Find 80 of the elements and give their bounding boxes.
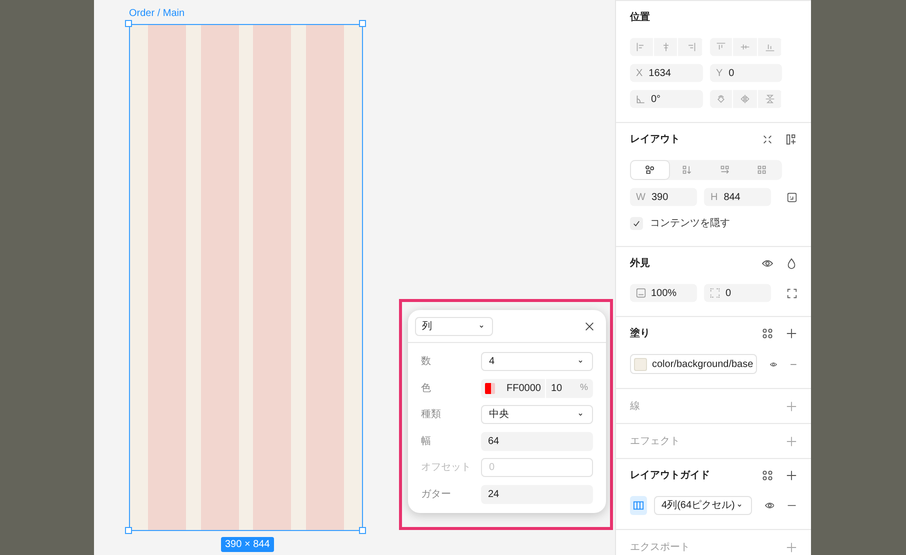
field-label: ガター [421, 488, 452, 502]
resize-handle[interactable] [359, 527, 366, 534]
resize-icon[interactable] [787, 192, 797, 202]
guide-dropdown[interactable]: 4列(64ピクセル) [654, 496, 752, 515]
section-title: エフェクト [630, 434, 681, 448]
field-label: 数 [421, 355, 432, 369]
section-title: 線 [630, 400, 641, 414]
angle-icon [636, 94, 646, 104]
checkbox-label: コンテンツを隠す [650, 216, 730, 230]
checkbox[interactable] [630, 216, 643, 230]
type-dropdown[interactable]: 列 [415, 316, 493, 336]
field-label: Y [716, 66, 723, 80]
section-title: レイアウトガイド [630, 468, 711, 482]
expand-icon[interactable] [787, 288, 797, 298]
field-value: 0° [651, 92, 661, 106]
color-field[interactable]: FF0000 [481, 378, 545, 398]
select-field[interactable]: 4 [481, 352, 593, 371]
check-icon [632, 218, 641, 228]
height-field[interactable]: H 844 [704, 188, 771, 206]
resize-handle[interactable] [125, 527, 132, 534]
opacity-icon [636, 288, 646, 298]
plus-icon[interactable] [786, 328, 797, 338]
plus-icon[interactable] [786, 470, 797, 480]
section-title: エクスポート [630, 540, 691, 554]
auto-layout-icon[interactable] [786, 134, 797, 144]
align-right-icon [686, 42, 696, 52]
field-label: W [636, 190, 646, 204]
field-label: 色 [421, 382, 432, 396]
section-title: 塗り [630, 326, 651, 340]
field-value: 844 [724, 190, 740, 204]
section-title: 位置 [630, 10, 651, 24]
input-field[interactable]: 24 [481, 484, 593, 504]
align-left-icon [636, 42, 646, 52]
field-label: H [710, 190, 718, 204]
opacity-field[interactable]: 100% [630, 284, 698, 302]
align-top-icon [716, 42, 726, 52]
horizontal-layout-icon [720, 165, 730, 175]
flip-vertical-icon [764, 94, 775, 104]
field-label: 種類 [421, 408, 442, 422]
resize-handle[interactable] [125, 20, 132, 27]
rotate-icon [716, 94, 726, 104]
freeform-layout[interactable] [631, 161, 668, 179]
corner-icon [710, 288, 720, 298]
field-label: X [636, 66, 643, 80]
vertical-layout-icon [682, 165, 692, 175]
input-field[interactable]: 64 [481, 432, 593, 450]
align-bottom-icon [764, 42, 775, 52]
field-value: 390 [651, 190, 668, 204]
size-label: 390 × 844 [221, 537, 274, 552]
field-label: 幅 [421, 434, 432, 448]
field-value: 100% [651, 286, 677, 300]
section-title: 外見 [630, 256, 651, 270]
eye-icon[interactable] [764, 500, 774, 511]
columns-icon[interactable] [630, 496, 647, 515]
section-title: レイアウト [630, 132, 681, 146]
collapse-icon[interactable] [762, 134, 773, 144]
close-icon[interactable] [584, 320, 595, 332]
field-value: 0 [728, 66, 734, 80]
select-field[interactable]: 中央 [481, 405, 593, 424]
field-value: 0 [725, 286, 732, 300]
fill-style-field[interactable]: color/background/base [630, 354, 758, 374]
align-center-icon [661, 42, 671, 52]
y-field[interactable]: Y 0 [710, 64, 782, 82]
rotation-field[interactable]: 0° [630, 90, 703, 108]
styles-icon[interactable] [762, 328, 773, 338]
width-field[interactable]: W 390 [630, 188, 698, 206]
x-field[interactable]: X 1634 [630, 64, 703, 82]
unit-label: % [580, 381, 588, 394]
resize-handle[interactable] [359, 20, 366, 27]
freeform-layout-icon [644, 165, 655, 175]
align-middle-icon [740, 42, 750, 52]
grid-layout-icon [757, 165, 768, 175]
field-value: 1634 [648, 66, 671, 80]
field-label: オフセット [421, 461, 472, 475]
eye-icon[interactable] [762, 258, 773, 268]
flip-horizontal-icon [740, 94, 750, 104]
opacity-field[interactable]: 10 % [546, 378, 593, 398]
styles-icon[interactable] [762, 470, 773, 480]
corner-radius-field[interactable]: 0 [704, 284, 771, 302]
drop-icon[interactable] [786, 258, 797, 268]
